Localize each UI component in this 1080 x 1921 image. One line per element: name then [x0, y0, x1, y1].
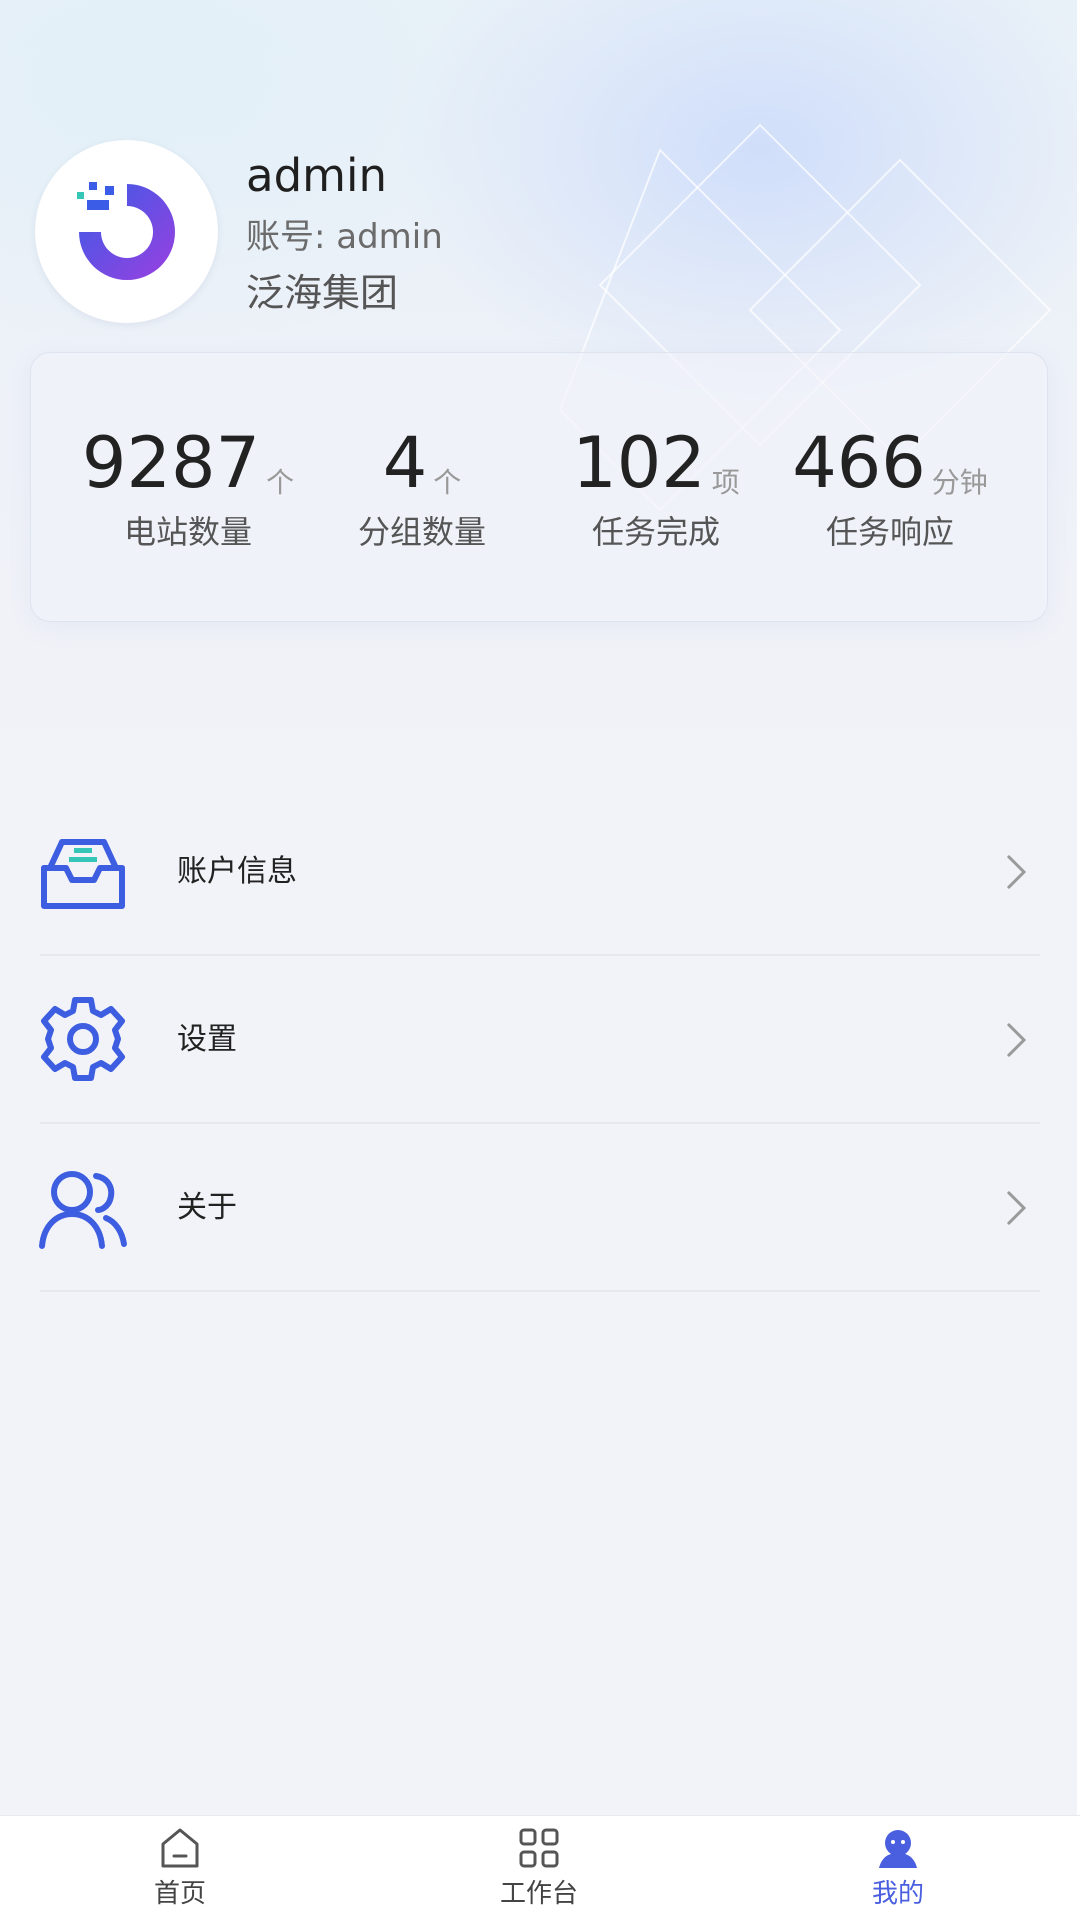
- chevron-right-icon: [1006, 1022, 1027, 1058]
- menu-item-about[interactable]: 关于: [0, 1124, 1080, 1292]
- stat-value: 9287: [81, 422, 261, 504]
- bottom-tab-bar: 首页 工作台 我的: [0, 1815, 1080, 1921]
- gear-icon: [41, 997, 125, 1081]
- menu-label: 设置: [177, 1022, 237, 1057]
- username: admin: [246, 149, 387, 202]
- stat-label: 任务完成: [591, 513, 720, 551]
- tab-label: 首页: [153, 1879, 206, 1909]
- user-icon: [879, 1830, 917, 1868]
- avatar[interactable]: [35, 140, 218, 323]
- chevron-right-icon: [1006, 854, 1027, 890]
- stat-value: 466: [792, 422, 926, 504]
- stat-unit: 个: [433, 466, 462, 499]
- tab-workbench[interactable]: 工作台: [429, 1816, 649, 1921]
- tab-mine[interactable]: 我的: [788, 1816, 1008, 1921]
- stat-value: 102: [572, 422, 706, 504]
- stat-task-complete[interactable]: 102 项 任务完成: [539, 413, 773, 563]
- stat-value: 4: [382, 422, 428, 504]
- inbox-icon: [41, 839, 125, 909]
- stat-group-count[interactable]: 4 个 分组数量: [305, 413, 539, 563]
- stat-label: 分组数量: [357, 513, 486, 551]
- grid-icon: [519, 1828, 559, 1868]
- home-icon: [161, 1828, 199, 1868]
- menu-label: 关于: [177, 1190, 237, 1225]
- tab-label: 我的: [871, 1879, 924, 1909]
- stat-task-response[interactable]: 466 分钟 任务响应: [773, 413, 1007, 563]
- stat-station-count[interactable]: 9287 个 电站数量: [71, 413, 305, 563]
- stat-unit: 分钟: [931, 466, 988, 499]
- chevron-right-icon: [1006, 1190, 1027, 1226]
- stat-label: 任务响应: [825, 513, 954, 551]
- stat-label: 电站数量: [123, 513, 252, 551]
- company-name: 泛海集团: [246, 271, 399, 315]
- stats-card: 9287 个 电站数量 4 个 分组数量 102 项 任务完成 466 分钟 任…: [30, 352, 1048, 622]
- divider: [40, 1290, 1040, 1292]
- menu-item-settings[interactable]: 设置: [0, 956, 1080, 1124]
- tab-label: 工作台: [499, 1879, 578, 1909]
- stat-unit: 项: [711, 466, 740, 499]
- menu-label: 账户信息: [177, 854, 297, 889]
- account-id: 账号: admin: [246, 217, 443, 257]
- tab-home[interactable]: 首页: [70, 1816, 290, 1921]
- users-icon: [39, 1171, 127, 1249]
- stat-unit: 个: [266, 466, 295, 499]
- menu-item-account-info[interactable]: 账户信息: [0, 788, 1080, 956]
- brand-logo-icon: [76, 181, 175, 280]
